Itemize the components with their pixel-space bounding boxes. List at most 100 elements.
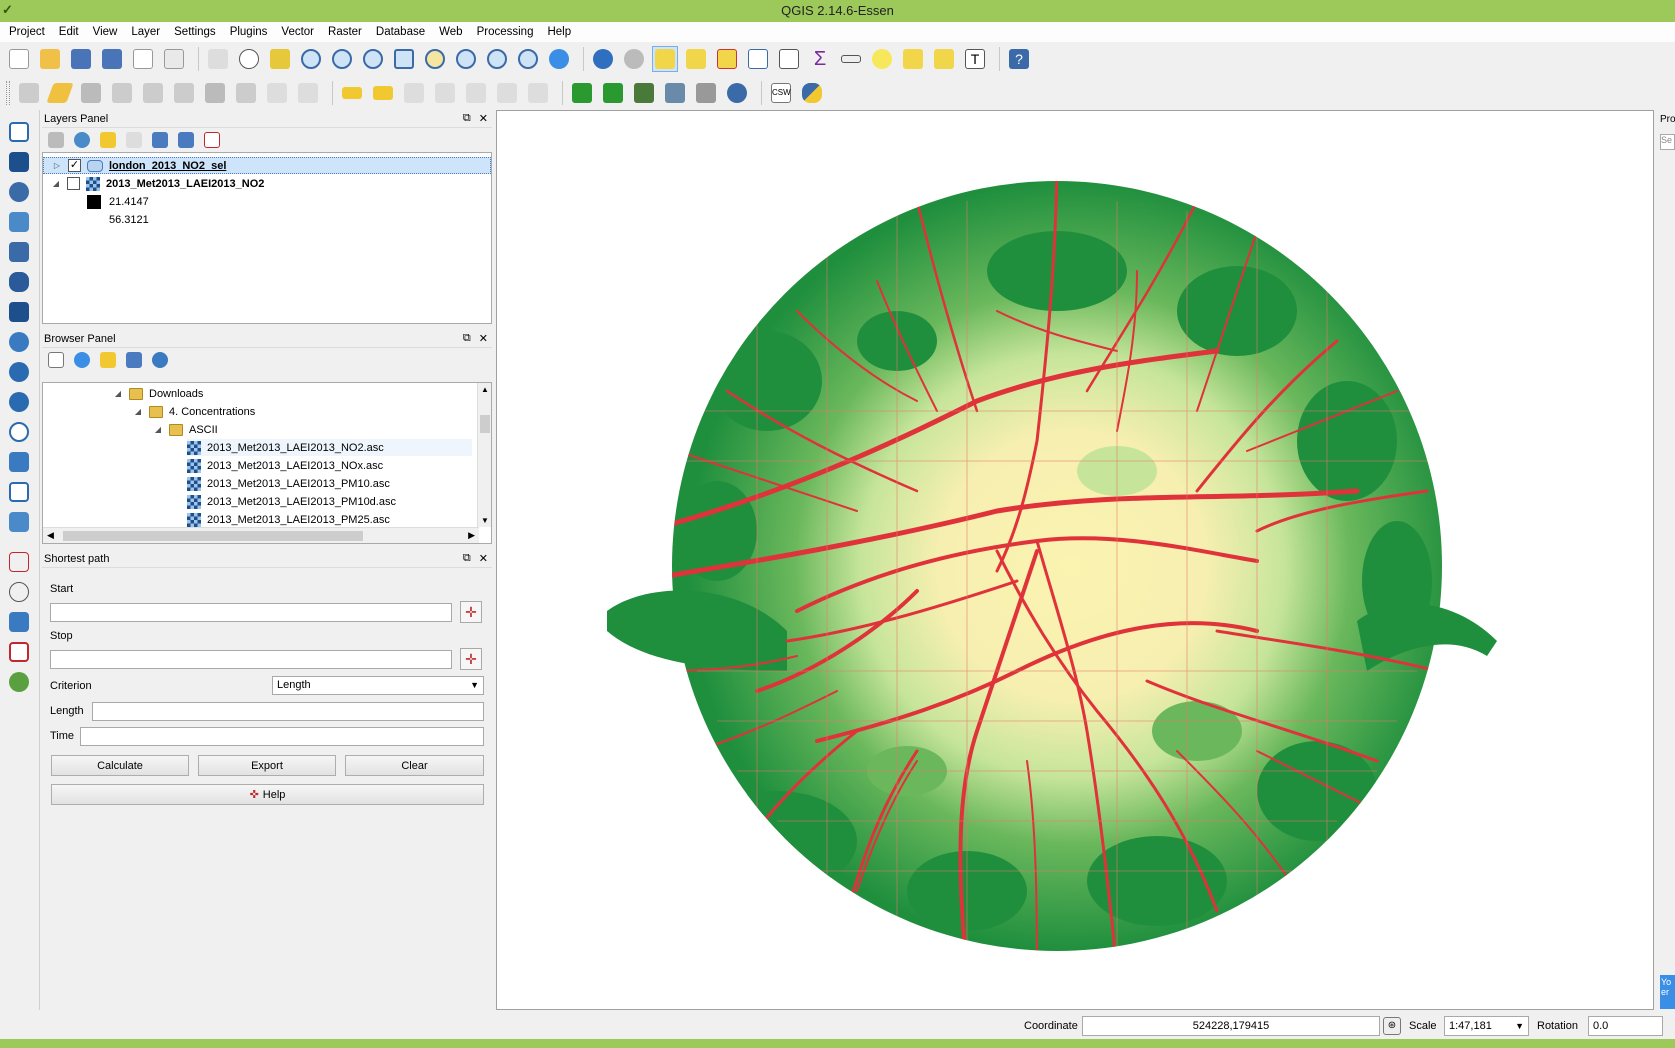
add-oracle-layer-icon[interactable]	[6, 300, 32, 324]
tree-item-folder[interactable]: ◢ Downloads	[113, 385, 203, 402]
clear-button[interactable]: Clear	[345, 755, 484, 776]
zoom-out-icon[interactable]	[329, 46, 355, 72]
refresh-browser-icon[interactable]	[74, 352, 90, 368]
browser-vertical-scrollbar[interactable]: ▲ ▼	[477, 383, 491, 527]
add-selected-icon[interactable]	[48, 352, 64, 368]
layer-diagram-icon[interactable]	[370, 80, 396, 106]
add-spatialite-layer-icon[interactable]	[6, 210, 32, 234]
right-panel-notice[interactable]: Yo er	[1660, 975, 1675, 1009]
add-wfs-layer-icon[interactable]	[6, 390, 32, 414]
map-tips-icon[interactable]	[869, 46, 895, 72]
capture-stop-point-icon[interactable]: ✛	[460, 648, 482, 670]
rotate-label-icon[interactable]	[494, 80, 520, 106]
delete-selected-icon[interactable]	[202, 80, 228, 106]
collapse-arrow-icon[interactable]: ◢	[51, 179, 61, 188]
time-field[interactable]	[80, 727, 484, 746]
coordinate-field[interactable]: 524228,179415	[1082, 1016, 1380, 1036]
python-console-icon[interactable]	[799, 80, 825, 106]
scale-select[interactable]: 1:47,181 ▼	[1444, 1016, 1529, 1036]
export-button[interactable]: Export	[198, 755, 336, 776]
tree-item-raster-file[interactable]: 2013_Met2013_LAEI2013_NO2.asc	[187, 439, 472, 456]
paste-features-icon[interactable]	[295, 80, 321, 106]
filter-browser-icon[interactable]	[100, 352, 116, 368]
collapse-all-icon[interactable]	[178, 132, 194, 148]
new-print-composer-icon[interactable]	[130, 46, 156, 72]
add-feature-icon[interactable]	[109, 80, 135, 106]
help-button[interactable]: ✜ Help	[51, 784, 484, 805]
tree-item-raster-file[interactable]: 2013_Met2013_LAEI2013_PM25.asc	[187, 511, 390, 528]
capture-start-point-icon[interactable]: ✛	[460, 601, 482, 623]
float-panel-icon[interactable]: ⧉	[463, 552, 471, 565]
text-annotation-icon[interactable]: T	[962, 46, 988, 72]
cut-features-icon[interactable]	[233, 80, 259, 106]
rotation-field[interactable]: 0.0	[1588, 1016, 1663, 1036]
add-wms-layer-icon[interactable]	[6, 330, 32, 354]
road-graph-settings-icon[interactable]	[6, 610, 32, 634]
add-wcs-layer-icon[interactable]	[6, 360, 32, 384]
add-vector-layer-icon[interactable]	[6, 120, 32, 144]
zoom-in-icon[interactable]	[298, 46, 324, 72]
select-by-expression-icon[interactable]	[683, 46, 709, 72]
layer-row-selected[interactable]: ▷ ✓ london_2013_NO2_sel	[43, 157, 491, 174]
change-label-icon[interactable]	[525, 80, 551, 106]
menu-raster[interactable]: Raster	[321, 26, 369, 38]
zoom-full-icon[interactable]	[391, 46, 417, 72]
pan-map-icon[interactable]	[236, 46, 262, 72]
float-panel-icon[interactable]: ⧉	[463, 332, 471, 345]
zoom-native-icon[interactable]	[360, 46, 386, 72]
refresh-icon[interactable]	[546, 46, 572, 72]
add-db2-layer-icon[interactable]	[6, 270, 32, 294]
menu-settings[interactable]: Settings	[167, 26, 223, 38]
new-shapefile-icon[interactable]	[6, 480, 32, 504]
calculate-button[interactable]: Calculate	[51, 755, 189, 776]
float-panel-icon[interactable]: ⧉	[463, 112, 471, 125]
menu-processing[interactable]: Processing	[470, 26, 541, 38]
filter-expression-icon[interactable]	[126, 132, 142, 148]
menu-view[interactable]: View	[86, 26, 125, 38]
layer-labeling-icon[interactable]	[339, 80, 365, 106]
toggle-editing-icon[interactable]	[46, 80, 74, 106]
menu-web[interactable]: Web	[432, 26, 469, 38]
add-group-icon[interactable]	[74, 132, 90, 148]
menu-database[interactable]: Database	[369, 26, 432, 38]
start-point-field[interactable]	[50, 603, 452, 622]
save-as-icon[interactable]	[99, 46, 125, 72]
grass-tools-icon[interactable]	[569, 80, 595, 106]
csw-icon[interactable]: CSW	[768, 80, 794, 106]
zoom-next-icon[interactable]	[515, 46, 541, 72]
layer-row[interactable]: ◢ 2013_Met2013_LAEI2013_NO2	[51, 175, 264, 192]
identify-features-icon[interactable]	[590, 46, 616, 72]
browser-horizontal-scrollbar[interactable]: ◀ ▶	[43, 527, 479, 543]
measure-line-icon[interactable]	[838, 46, 864, 72]
expand-all-icon[interactable]	[152, 132, 168, 148]
new-project-icon[interactable]	[6, 46, 32, 72]
add-virtual-layer-icon[interactable]	[6, 450, 32, 474]
menu-edit[interactable]: Edit	[52, 26, 86, 38]
zoom-selection-icon[interactable]	[422, 46, 448, 72]
statistical-summary-icon[interactable]	[776, 46, 802, 72]
pin-labels-icon[interactable]	[401, 80, 427, 106]
stop-point-field[interactable]	[50, 650, 452, 669]
collapse-browser-icon[interactable]	[126, 352, 142, 368]
grass-region-icon[interactable]	[631, 80, 657, 106]
offline-editing-icon[interactable]	[693, 80, 719, 106]
tree-item-folder[interactable]: ◢ ASCII	[153, 421, 218, 438]
save-project-icon[interactable]	[68, 46, 94, 72]
road-graph-start-icon[interactable]	[6, 550, 32, 574]
filter-legend-icon[interactable]	[100, 132, 116, 148]
new-bookmark-icon[interactable]	[900, 46, 926, 72]
touch-zoom-pan-icon[interactable]	[205, 46, 231, 72]
properties-icon[interactable]	[152, 352, 168, 368]
close-panel-icon[interactable]: ✕	[479, 332, 488, 345]
identify-dropdown-icon[interactable]	[621, 46, 647, 72]
right-panel-search[interactable]: Se	[1660, 134, 1675, 150]
georeferencer-icon[interactable]	[6, 640, 32, 664]
tree-item-raster-file[interactable]: 2013_Met2013_LAEI2013_PM10.asc	[187, 475, 390, 492]
open-project-icon[interactable]	[37, 46, 63, 72]
save-edits-icon[interactable]	[78, 80, 104, 106]
select-features-icon[interactable]	[652, 46, 678, 72]
close-panel-icon[interactable]: ✕	[479, 112, 488, 125]
criterion-select[interactable]: Length ▼	[272, 676, 484, 695]
layer-visibility-checkbox[interactable]: ✓	[68, 159, 81, 172]
menu-layer[interactable]: Layer	[124, 26, 167, 38]
